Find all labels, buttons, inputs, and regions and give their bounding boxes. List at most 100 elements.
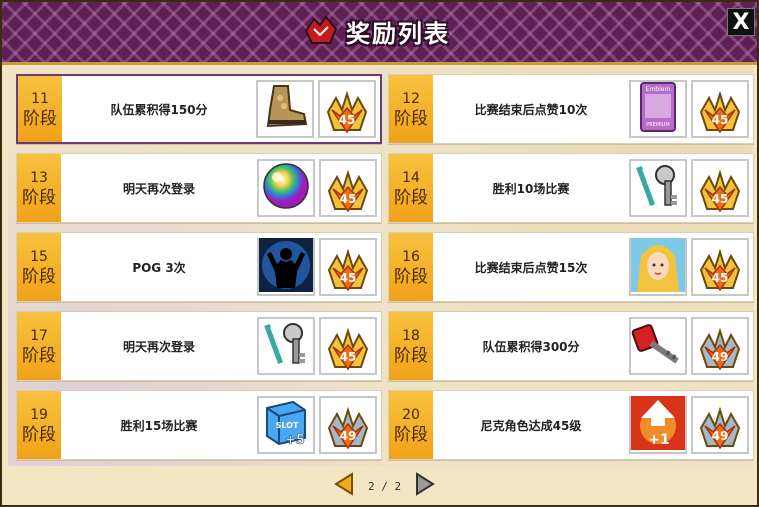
reward-row[interactable]: 12 阶段 比赛结束后点赞10次 Emblem PREMIUM 45	[388, 74, 754, 144]
level-badge-slot[interactable]: 49	[691, 396, 749, 454]
reward-item-slot[interactable]	[257, 159, 315, 217]
reward-row[interactable]: 13 阶段 明天再次登录 45	[16, 153, 382, 223]
stage-number: 13	[30, 170, 48, 186]
svg-text:Emblem: Emblem	[646, 86, 671, 93]
level-up-arrow-icon: +1	[631, 396, 685, 454]
reward-list-window: 奖励列表 X 11 阶段 队伍累积得150分 45 12 阶段 比赛结束后点赞1…	[0, 0, 759, 507]
silhouette-buff-icon	[259, 238, 313, 296]
svg-text:SLOT: SLOT	[276, 421, 299, 430]
reward-item-slot[interactable]	[629, 159, 687, 217]
reward-grid: 11 阶段 队伍累积得150分 45 12 阶段 比赛结束后点赞10次 Embl…	[16, 74, 754, 460]
reward-item-slot[interactable]: +1	[629, 396, 687, 454]
svg-text:49: 49	[340, 429, 357, 443]
reward-item-slot[interactable]: SLOT +5	[257, 396, 315, 454]
level-badge-slot[interactable]: 49	[319, 396, 377, 454]
svg-text:45: 45	[340, 271, 357, 285]
reward-item-slot[interactable]	[257, 238, 315, 296]
level-badge-slot[interactable]: 49	[691, 317, 749, 375]
svg-text:45: 45	[340, 192, 357, 206]
level-badge-slot[interactable]: 45	[319, 238, 377, 296]
stage-indicator: 19 阶段	[17, 391, 61, 459]
stage-indicator: 16 阶段	[389, 233, 433, 301]
reward-list-panel: 11 阶段 队伍累积得150分 45 12 阶段 比赛结束后点赞10次 Embl…	[8, 66, 754, 466]
level-badge-slot[interactable]: 45	[318, 80, 376, 138]
task-description: 胜利15场比赛	[120, 418, 198, 433]
task-description: 队伍累积得300分	[482, 339, 580, 354]
reward-row[interactable]: 11 阶段 队伍累积得150分 45	[16, 74, 382, 144]
task-description: 比赛结束后点赞15次	[474, 260, 588, 275]
level-badge-icon: 45	[699, 90, 741, 134]
title-group: 奖励列表	[302, 14, 450, 48]
level-badge-slot[interactable]: 45	[691, 238, 749, 296]
prev-page-button[interactable]	[332, 472, 354, 500]
reward-item-slot[interactable]	[256, 80, 314, 138]
svg-text:49: 49	[712, 350, 729, 364]
stage-indicator: 11 阶段	[18, 76, 62, 142]
reward-item-slot[interactable]	[629, 317, 687, 375]
level-badge-icon: 45	[327, 327, 369, 371]
next-page-button[interactable]	[415, 472, 437, 500]
stage-indicator: 13 阶段	[17, 154, 61, 222]
level-badge-slot[interactable]: 45	[319, 317, 377, 375]
reward-row[interactable]: 19 阶段 胜利15场比赛 SLOT +5 49	[16, 390, 382, 460]
task-description: 尼克角色达成45级	[480, 418, 582, 433]
stage-label: 阶段	[394, 267, 428, 287]
reward-item-slot[interactable]	[629, 238, 687, 296]
pagination: 2 / 2	[332, 472, 437, 500]
task-description: 队伍累积得150分	[110, 102, 208, 117]
svg-text:+1: +1	[648, 432, 669, 448]
stage-indicator: 17 阶段	[17, 312, 61, 380]
close-button[interactable]: X	[727, 8, 755, 36]
svg-text:45: 45	[712, 113, 729, 127]
stage-label: 阶段	[23, 109, 57, 129]
emblem-card-icon: Emblem PREMIUM	[631, 80, 685, 138]
page-indicator: 2 / 2	[368, 480, 401, 493]
reward-row[interactable]: 20 阶段 尼克角色达成45级 +1 49	[388, 390, 754, 460]
level-badge-icon: 49	[327, 406, 369, 450]
stage-label: 阶段	[22, 425, 56, 445]
reward-row[interactable]: 14 阶段 胜利10场比赛 45	[388, 153, 754, 223]
stage-label: 阶段	[394, 188, 428, 208]
reward-item-slot[interactable]: Emblem PREMIUM	[629, 80, 687, 138]
svg-text:45: 45	[340, 350, 357, 364]
task-description: 胜利10场比赛	[492, 181, 570, 196]
level-badge-icon: 45	[326, 90, 368, 134]
reward-row[interactable]: 18 阶段 队伍累积得300分 49	[388, 311, 754, 381]
task-description: 明天再次登录	[122, 181, 195, 196]
svg-text:+5: +5	[285, 433, 305, 448]
stage-number: 17	[30, 328, 48, 344]
rainbow-orb-icon	[259, 159, 313, 217]
level-badge-slot[interactable]: 45	[691, 159, 749, 217]
reward-item-slot[interactable]	[257, 317, 315, 375]
stage-number: 16	[402, 249, 420, 265]
slot-box-icon: SLOT +5	[259, 396, 313, 454]
level-badge-icon: 45	[327, 169, 369, 213]
stage-number: 20	[402, 407, 420, 423]
red-key-icon	[631, 317, 685, 375]
stage-number: 15	[30, 249, 48, 265]
arrow-right-icon	[416, 472, 435, 496]
stage-indicator: 14 阶段	[389, 154, 433, 222]
svg-text:45: 45	[712, 192, 729, 206]
current-page: 2	[367, 479, 375, 493]
stage-label: 阶段	[394, 109, 428, 129]
level-badge-slot[interactable]: 45	[319, 159, 377, 217]
stage-number: 12	[402, 91, 420, 107]
stage-indicator: 20 阶段	[389, 391, 433, 459]
stage-number: 19	[30, 407, 48, 423]
reward-row[interactable]: 17 阶段 明天再次登录 45	[16, 311, 382, 381]
stage-indicator: 12 阶段	[389, 75, 433, 143]
level-badge-icon: 49	[699, 327, 741, 371]
reward-row[interactable]: 16 阶段 比赛结束后点赞15次 45	[388, 232, 754, 302]
key-strap-icon	[259, 317, 313, 375]
level-badge-icon: 45	[699, 248, 741, 292]
stage-number: 18	[402, 328, 420, 344]
stage-label: 阶段	[22, 188, 56, 208]
level-badge-icon: 49	[699, 406, 741, 450]
svg-text:49: 49	[712, 429, 729, 443]
svg-text:PREMIUM: PREMIUM	[646, 122, 669, 128]
level-badge-icon: 45	[699, 169, 741, 213]
reward-row[interactable]: 15 阶段 POG 3次 45	[16, 232, 382, 302]
emblem-logo-icon	[304, 15, 338, 44]
level-badge-slot[interactable]: 45	[691, 80, 749, 138]
